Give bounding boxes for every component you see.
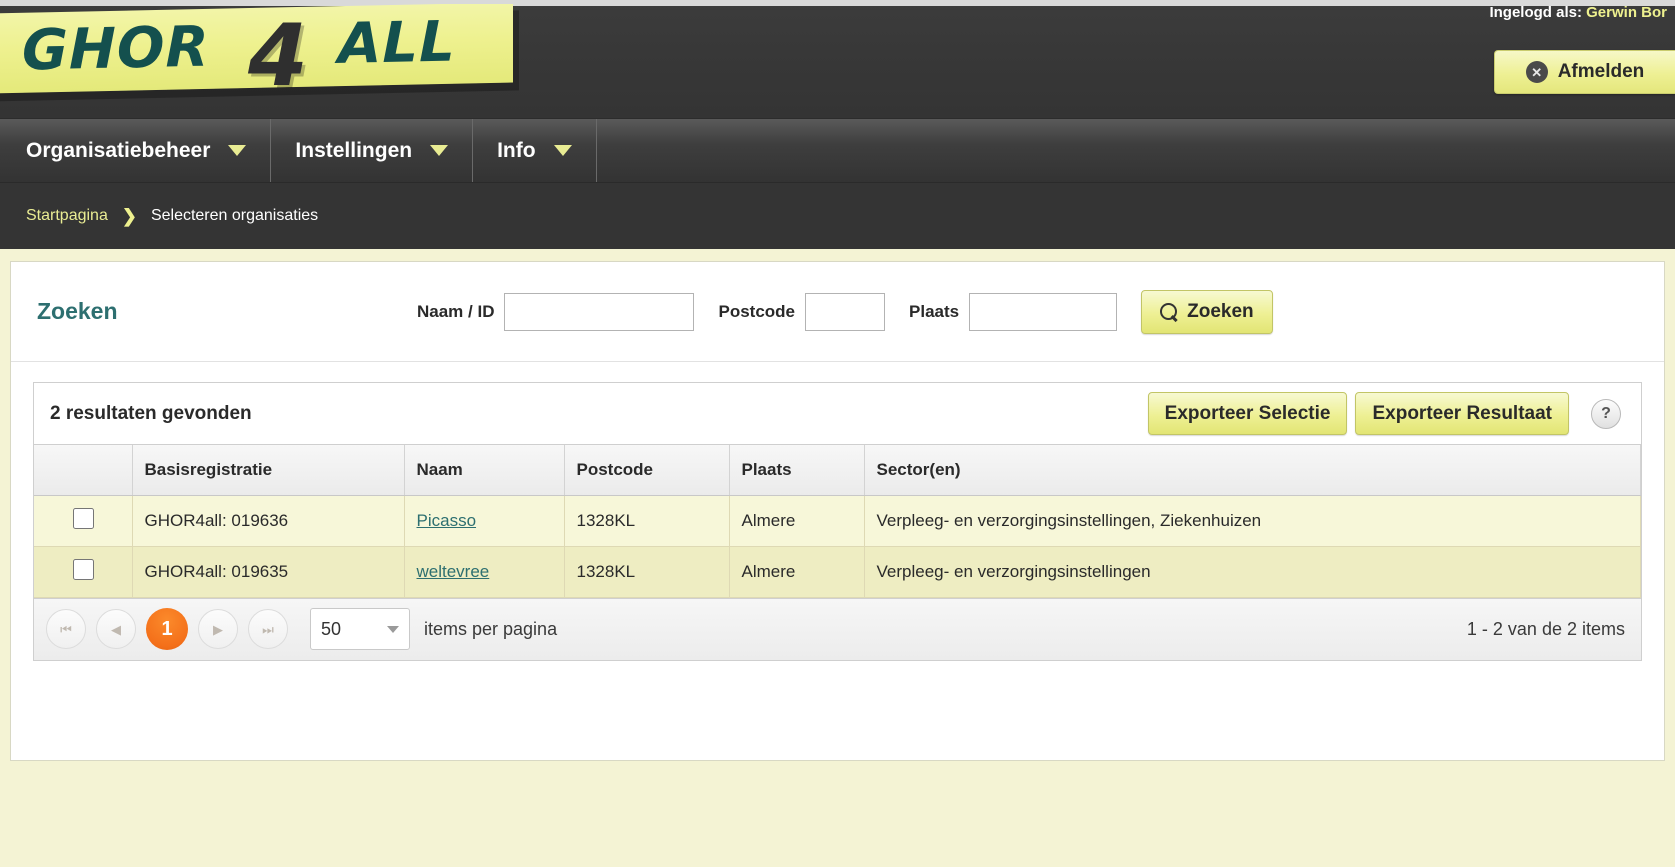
chevron-right-icon: ❯ [121, 205, 137, 226]
chevron-down-icon [228, 145, 247, 156]
column-header-select [34, 445, 133, 496]
column-header-naam: Naam [404, 445, 565, 496]
column-header-sectoren: Sector(en) [864, 445, 1641, 496]
nav-item-label: Organisatiebeheer [26, 138, 211, 162]
logo-word-ghor: GHOR [22, 14, 210, 84]
logged-in-label: Ingelogd als: [1489, 4, 1582, 21]
cell-naam[interactable]: Picasso [404, 495, 565, 547]
postcode-input[interactable] [805, 292, 886, 331]
results-count-text: 2 resultaten gevonden [50, 402, 252, 424]
column-header-plaats: Plaats [729, 445, 865, 496]
results-panel: 2 resultaten gevonden Exporteer Selectie… [33, 382, 1642, 661]
logo-text-ghor: GHOR ALL [22, 5, 456, 88]
search-panel: Zoeken Naam / ID Postcode Plaats Zoeken [11, 262, 1664, 362]
logout-button-label: Afmelden [1557, 61, 1645, 82]
question-mark-icon[interactable]: ? [1591, 398, 1621, 429]
search-button-label: Zoeken [1187, 300, 1254, 322]
row-select-cell[interactable] [34, 546, 133, 598]
page-size-value: 50 [321, 618, 342, 639]
table-header-row: Basisregistratie Naam Postcode Plaats Se… [34, 445, 1641, 496]
results-toolbar: 2 resultaten gevonden Exporteer Selectie… [34, 383, 1641, 445]
plaats-label: Plaats [909, 301, 960, 321]
plaats-input[interactable] [969, 292, 1118, 331]
nav-item-info[interactable]: Info [473, 119, 597, 182]
nav-item-label: Info [497, 138, 536, 162]
first-page-icon[interactable]: ⏮ [46, 609, 86, 649]
table-row[interactable]: GHOR4all: 019635 weltevree 1328KL Almere… [34, 546, 1641, 598]
organisatie-link[interactable]: Picasso [417, 511, 477, 530]
page-size-label: items per pagina [424, 618, 558, 639]
cell-sectoren: Verpleeg- en verzorgingsinstellingen, Zi… [864, 495, 1641, 547]
page-body: Zoeken Naam / ID Postcode Plaats Zoeken … [0, 249, 1675, 867]
column-header-postcode: Postcode [564, 445, 730, 496]
postcode-label: Postcode [718, 301, 796, 321]
row-select-cell[interactable] [34, 495, 133, 547]
logo-word-all: ALL [338, 9, 456, 77]
naam-id-input[interactable] [504, 292, 695, 331]
next-page-icon[interactable]: ▶ [198, 609, 238, 649]
results-table: Basisregistratie Naam Postcode Plaats Se… [34, 445, 1641, 598]
cell-plaats: Almere [729, 546, 865, 598]
column-header-basisregistratie: Basisregistratie [132, 445, 405, 496]
search-panel-title: Zoeken [37, 298, 118, 324]
results-table-head: Basisregistratie Naam Postcode Plaats Se… [34, 445, 1641, 496]
cell-postcode: 1328KL [564, 495, 730, 547]
export-result-button[interactable]: Exporteer Resultaat [1355, 392, 1569, 435]
logo-numeral-four: 4 [248, 6, 308, 106]
search-icon [1156, 299, 1181, 324]
chevron-down-icon [387, 625, 399, 633]
chevron-down-icon [553, 145, 572, 156]
page-number-1[interactable]: 1 [146, 608, 188, 650]
pagination-range-text: 1 - 2 van de 2 items [1466, 618, 1625, 639]
app-header: GHOR ALL 4 Ingelogd als: Gerwin Bor ✕ Af… [0, 0, 1675, 119]
organisatie-link[interactable]: weltevree [417, 562, 490, 581]
nav-item-label: Instellingen [295, 138, 413, 162]
cell-postcode: 1328KL [564, 546, 730, 598]
table-row[interactable]: GHOR4all: 019636 Picasso 1328KL Almere V… [34, 495, 1641, 547]
breadcrumb-current-page: Selecteren organisaties [150, 207, 319, 224]
results-table-body: GHOR4all: 019636 Picasso 1328KL Almere V… [34, 495, 1641, 598]
breadcrumb-home-link[interactable]: Startpagina [26, 207, 108, 225]
row-checkbox[interactable] [73, 507, 95, 529]
nav-item-organisatiebeheer[interactable]: Organisatiebeheer [0, 119, 272, 182]
app-logo[interactable]: GHOR ALL 4 [0, 4, 545, 110]
prev-page-icon[interactable]: ◀ [96, 609, 136, 649]
pagination-bar: ⏮ ◀ 1 ▶ ⏭ 50 items per pagina 1 - 2 van … [34, 597, 1641, 660]
last-page-icon[interactable]: ⏭ [248, 609, 288, 649]
circle-x-icon: ✕ [1525, 61, 1548, 83]
chevron-down-icon [430, 145, 449, 156]
naam-id-label: Naam / ID [417, 301, 495, 321]
nav-item-instellingen[interactable]: Instellingen [271, 119, 474, 182]
logout-button[interactable]: ✕ Afmelden [1494, 50, 1675, 94]
row-checkbox[interactable] [73, 558, 95, 580]
cell-naam[interactable]: weltevree [404, 546, 565, 598]
breadcrumb: Startpagina ❯ Selecteren organisaties [0, 183, 1675, 249]
logged-in-status: Ingelogd als: Gerwin Bor [1489, 4, 1667, 21]
content-card: Zoeken Naam / ID Postcode Plaats Zoeken … [10, 261, 1665, 761]
page-size-select[interactable]: 50 [310, 608, 410, 650]
cell-basisregistratie: GHOR4all: 019636 [132, 495, 405, 547]
search-button[interactable]: Zoeken [1141, 289, 1273, 334]
cell-sectoren: Verpleeg- en verzorgingsinstellingen [864, 546, 1641, 598]
logged-in-username: Gerwin Bor [1586, 4, 1667, 21]
cell-plaats: Almere [729, 495, 865, 547]
cell-basisregistratie: GHOR4all: 019635 [132, 546, 405, 598]
main-navigation: Organisatiebeheer Instellingen Info [0, 119, 1675, 183]
export-selection-button[interactable]: Exporteer Selectie [1147, 392, 1348, 435]
